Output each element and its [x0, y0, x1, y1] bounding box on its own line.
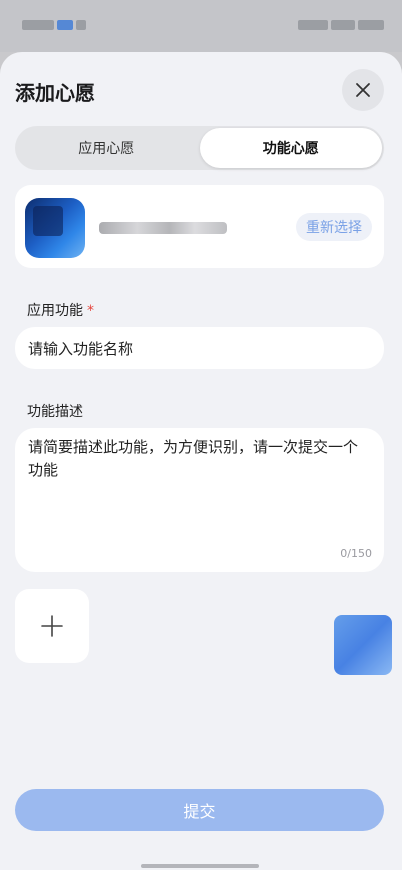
feature-name-label: 应用功能 *: [27, 300, 94, 320]
close-button[interactable]: [342, 69, 384, 111]
status-bar: [0, 0, 402, 52]
tab-feature-wish[interactable]: 功能心愿: [199, 128, 382, 168]
status-left-blurred: [22, 20, 86, 30]
status-right-blurred: [298, 20, 384, 30]
app-icon-blurred: [25, 198, 85, 258]
close-icon: [356, 83, 370, 97]
feature-desc-label: 功能描述: [27, 404, 83, 420]
home-indicator: [141, 864, 259, 868]
status-signal-blur: [298, 20, 328, 30]
submit-button[interactable]: 提交: [15, 789, 384, 831]
status-battery-blur: [358, 20, 384, 30]
app-name-blurred: [99, 222, 227, 234]
required-mark: *: [87, 303, 94, 319]
plus-icon: [41, 615, 63, 637]
char-counter: 0/150: [340, 547, 372, 560]
floating-assistant-blurred[interactable]: [334, 615, 392, 675]
feature-name-input[interactable]: 请输入功能名称: [15, 327, 384, 369]
status-wifi-blur: [331, 20, 355, 30]
feature-name-label-text: 应用功能: [27, 303, 83, 319]
status-indicator-blur: [57, 20, 73, 30]
feature-desc-textarea[interactable]: 请简要描述此功能，为方便识别，请一次提交一个功能 0/150: [15, 428, 384, 572]
tab-app-wish[interactable]: 应用心愿: [15, 126, 198, 170]
feature-desc-placeholder: 请简要描述此功能，为方便识别，请一次提交一个功能: [28, 438, 359, 479]
add-image-button[interactable]: [15, 589, 89, 663]
page-title: 添加心愿: [15, 81, 95, 105]
status-indicator-blur: [76, 20, 86, 30]
reselect-button[interactable]: 重新选择: [296, 213, 372, 241]
feature-name-placeholder: 请输入功能名称: [28, 339, 134, 358]
status-time-blur: [22, 20, 54, 30]
add-wish-sheet: 添加心愿 应用心愿 功能心愿 重新选择 应用功能 * 请输入功能名称 功能描述 请…: [0, 52, 402, 870]
selected-app-card: 重新选择: [15, 185, 384, 268]
wish-type-tabs: 应用心愿 功能心愿: [15, 126, 384, 170]
